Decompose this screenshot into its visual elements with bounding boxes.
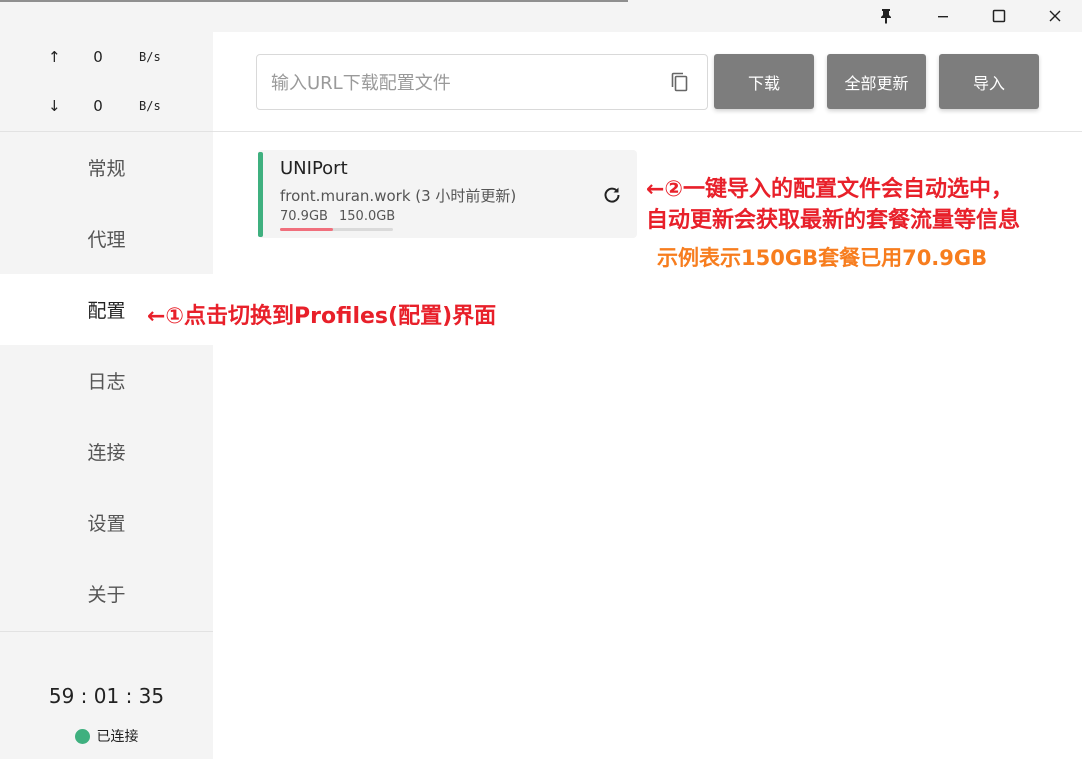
status-label: 已连接: [96, 729, 139, 745]
status-badge: 已连接: [0, 726, 213, 746]
sidebar-item-connections[interactable]: 连接: [0, 416, 213, 487]
minimize-button[interactable]: [920, 0, 966, 32]
annotation-2-line-1: ←②一键导入的配置文件会自动选中，: [646, 177, 1014, 202]
selected-indicator: [258, 152, 263, 237]
annotation-3: 示例表示150GB套餐已用70.9GB: [657, 246, 988, 270]
title-bar: [0, 0, 1082, 32]
sidebar-item-proxy[interactable]: 代理: [0, 203, 213, 274]
minimize-icon: [938, 16, 948, 18]
maximize-icon: [992, 9, 1006, 23]
url-field[interactable]: [256, 54, 708, 110]
download-value: 0: [93, 97, 103, 115]
annotation-1: ←①点击切换到Profiles(配置)界面: [147, 304, 497, 329]
profile-url: front.muran.work (3 小时前更新): [280, 187, 517, 205]
profile-card[interactable]: UNIPort front.muran.work (3 小时前更新) 70.9G…: [258, 150, 637, 238]
pin-icon: [881, 9, 891, 24]
upload-value: 0: [93, 48, 103, 66]
title-strip: [0, 0, 628, 2]
sidebar-item-about[interactable]: 关于: [0, 558, 213, 629]
download-speed: ↓ 0 B/s: [0, 97, 213, 121]
profiles-toolbar: 下载 全部更新 导入: [213, 32, 1082, 132]
paste-icon[interactable]: [669, 71, 691, 93]
profile-name: UNIPort: [280, 158, 348, 179]
profile-total: 150.0GB: [339, 209, 396, 224]
import-button[interactable]: 导入: [939, 54, 1039, 109]
download-arrow-icon: ↓: [48, 97, 61, 115]
upload-speed: ↑ 0 B/s: [0, 48, 213, 72]
url-input[interactable]: [269, 67, 653, 99]
close-icon: [1049, 10, 1061, 22]
sidebar-item-label: 日志: [87, 371, 126, 393]
connection-status-panel: 59 : 01 : 35 已连接: [0, 631, 213, 760]
close-button[interactable]: [1032, 0, 1078, 32]
download-unit: B/s: [139, 99, 161, 113]
profile-used: 70.9GB: [280, 209, 328, 224]
sidebar-item-label: 常规: [87, 158, 126, 180]
sidebar: ↑ 0 B/s ↓ 0 B/s 常规 代理 配置 日志 连接 设置 关于 59 …: [0, 32, 213, 759]
sidebar-item-general[interactable]: 常规: [0, 132, 213, 203]
usage-progress-fill: [280, 228, 334, 231]
pin-button[interactable]: [863, 0, 909, 32]
refresh-icon[interactable]: [601, 184, 623, 206]
sidebar-item-logs[interactable]: 日志: [0, 345, 213, 416]
sidebar-item-settings[interactable]: 设置: [0, 487, 213, 558]
sidebar-item-label: 连接: [87, 442, 126, 464]
sidebar-item-label: 代理: [87, 229, 126, 251]
sidebar-item-label: 关于: [87, 584, 126, 606]
status-dot-icon: [74, 728, 90, 744]
upload-unit: B/s: [139, 50, 161, 64]
update-all-button[interactable]: 全部更新: [827, 54, 926, 109]
uptime-timer: 59 : 01 : 35: [48, 684, 165, 708]
upload-arrow-icon: ↑: [48, 48, 61, 66]
download-button[interactable]: 下载: [714, 54, 814, 109]
annotation-2-line-2: 自动更新会获取最新的套餐流量等信息: [646, 208, 1021, 233]
sidebar-item-label: 配置: [87, 300, 126, 322]
traffic-panel: ↑ 0 B/s ↓ 0 B/s: [0, 32, 213, 132]
maximize-button[interactable]: [976, 0, 1022, 32]
usage-progress-bar: [280, 228, 393, 231]
sidebar-item-label: 设置: [87, 513, 126, 535]
